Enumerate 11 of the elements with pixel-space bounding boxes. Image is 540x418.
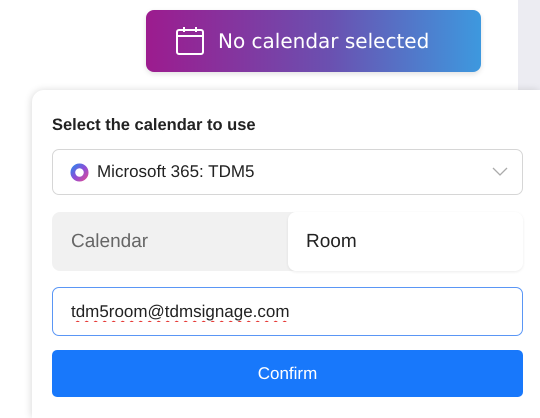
email-field[interactable]: tdm5room@tdmsignage.com [52,287,523,336]
segment-tab[interactable]: Calendar [52,212,288,271]
calendar-button[interactable]: No calendar selected [146,10,481,72]
popup-heading: Select the calendar to use [52,116,257,135]
calendar-icon [174,25,206,57]
logo-icon [70,162,89,182]
select-value: Microsoft 365: TDM5 [97,162,256,182]
chevron-down-icon [492,167,508,177]
segment-tab[interactable]: Room [288,212,523,271]
account-select[interactable]: Microsoft 365: TDM5 [52,149,523,195]
confirm-button[interactable]: Confirm [52,350,523,397]
